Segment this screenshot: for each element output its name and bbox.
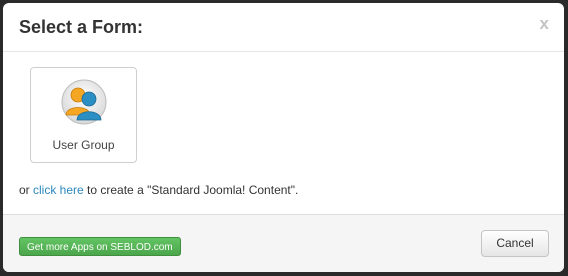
get-more-apps-button[interactable]: Get more Apps on SEBLOD.com bbox=[19, 237, 181, 256]
standard-suffix: to create a "Standard Joomla! Content". bbox=[83, 183, 299, 197]
standard-content-line: or click here to create a "Standard Joom… bbox=[19, 183, 298, 197]
form-tile-user-group[interactable]: User Group bbox=[30, 67, 137, 163]
modal-title: Select a Form: bbox=[19, 17, 144, 37]
user-group-icon bbox=[61, 79, 107, 125]
modal-footer: Get more Apps on SEBLOD.com Cancel bbox=[3, 214, 564, 272]
cancel-button[interactable]: Cancel bbox=[481, 230, 549, 257]
close-button[interactable]: x bbox=[540, 14, 549, 34]
standard-prefix: or bbox=[19, 183, 34, 197]
modal-body: User Group or click here to create a "St… bbox=[3, 52, 564, 214]
click-here-link[interactable]: click here bbox=[33, 183, 84, 197]
modal-header: Select a Form: x bbox=[3, 3, 564, 52]
select-form-modal: Select a Form: x User Group or click her… bbox=[3, 3, 564, 272]
form-tile-label: User Group bbox=[52, 138, 115, 152]
